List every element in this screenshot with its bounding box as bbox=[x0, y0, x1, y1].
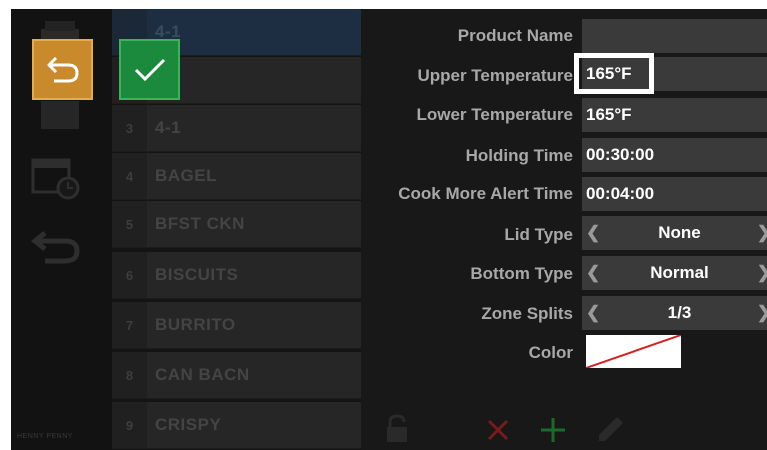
chevron-left-icon[interactable]: ❮ bbox=[586, 296, 600, 330]
list-item[interactable]: 4 BAGEL bbox=[112, 153, 361, 200]
product-name-label: Product Name bbox=[457, 26, 573, 45]
list-item-name: CAN BACN bbox=[147, 352, 361, 398]
back-arrow-icon bbox=[31, 231, 80, 264]
list-item-number: 7 bbox=[112, 302, 147, 348]
edit-pencil-icon[interactable] bbox=[595, 414, 625, 446]
lid-type-label: Lid Type bbox=[504, 225, 573, 244]
list-item[interactable]: 3 4-1 bbox=[112, 105, 361, 152]
list-item-number: 6 bbox=[112, 252, 147, 298]
holding-time-label: Holding Time bbox=[465, 146, 573, 165]
bottom-type-value: Normal bbox=[650, 263, 709, 282]
list-item-name: BURRITO bbox=[147, 302, 361, 348]
lid-type-value: None bbox=[658, 223, 701, 242]
list-item-number: 4 bbox=[112, 153, 147, 199]
list-item[interactable]: 6 BISCUITS bbox=[112, 252, 361, 299]
chevron-left-icon[interactable]: ❮ bbox=[586, 256, 600, 290]
undo-arrow-icon bbox=[47, 56, 79, 82]
cook-more-alert-label: Cook More Alert Time bbox=[398, 184, 573, 203]
color-label: Color bbox=[528, 343, 573, 362]
list-item[interactable]: 9 CRISPY bbox=[112, 402, 361, 449]
bottom-type-selector: ❮ Normal ❯ bbox=[582, 256, 767, 290]
calendar-clock-icon bbox=[31, 158, 80, 200]
bottom-type-label: Bottom Type bbox=[470, 264, 573, 283]
list-item-name: CRISPY bbox=[147, 402, 361, 448]
zone-splits-selector: ❮ 1/3 ❯ bbox=[582, 296, 767, 330]
chevron-right-icon[interactable]: ❯ bbox=[757, 216, 767, 250]
brand-logo: HENNY PENNY bbox=[17, 433, 73, 440]
list-item[interactable]: 5 BFST CKN bbox=[112, 201, 361, 248]
delete-icon[interactable] bbox=[486, 418, 510, 442]
list-item-name: 4-1 bbox=[147, 105, 361, 151]
color-swatch[interactable] bbox=[586, 335, 681, 368]
cook-more-alert-field[interactable]: 00:04:00 bbox=[582, 177, 767, 211]
lock-icon[interactable] bbox=[384, 414, 410, 444]
app-screen: HENNY PENNY 4-1 3 4-1 4 BAGEL 5 BFST CKN… bbox=[11, 9, 767, 450]
list-item-number: 8 bbox=[112, 352, 147, 398]
chevron-left-icon[interactable]: ❮ bbox=[586, 216, 600, 250]
confirm-button[interactable] bbox=[119, 39, 180, 100]
upper-temperature-label: Upper Temperature bbox=[417, 66, 573, 85]
list-item-number: 9 bbox=[112, 402, 147, 448]
chevron-right-icon[interactable]: ❯ bbox=[757, 256, 767, 290]
lower-temperature-field[interactable]: 165°F bbox=[582, 98, 767, 132]
zone-splits-value: 1/3 bbox=[667, 303, 692, 322]
zone-splits-label: Zone Splits bbox=[481, 304, 573, 323]
checkmark-icon bbox=[134, 58, 165, 81]
back-button[interactable] bbox=[32, 39, 93, 100]
lid-type-selector: ❮ None ❯ bbox=[582, 216, 767, 250]
no-color-slash bbox=[586, 335, 681, 368]
lower-temperature-label: Lower Temperature bbox=[416, 105, 573, 124]
list-item-name: BFST CKN bbox=[147, 201, 361, 247]
list-item-number: 3 bbox=[112, 105, 147, 151]
list-item[interactable]: 8 CAN BACN bbox=[112, 352, 361, 399]
list-item-number: 5 bbox=[112, 201, 147, 247]
list-item[interactable]: 7 BURRITO bbox=[112, 302, 361, 349]
page-icon bbox=[41, 101, 79, 129]
add-icon[interactable] bbox=[539, 416, 567, 444]
list-item-name: BAGEL bbox=[147, 153, 361, 199]
holding-time-field[interactable]: 00:30:00 bbox=[582, 138, 767, 172]
product-name-field[interactable] bbox=[582, 19, 767, 53]
chevron-right-icon[interactable]: ❯ bbox=[757, 296, 767, 330]
focus-highlight bbox=[574, 53, 654, 94]
list-item-name: BISCUITS bbox=[147, 252, 361, 298]
